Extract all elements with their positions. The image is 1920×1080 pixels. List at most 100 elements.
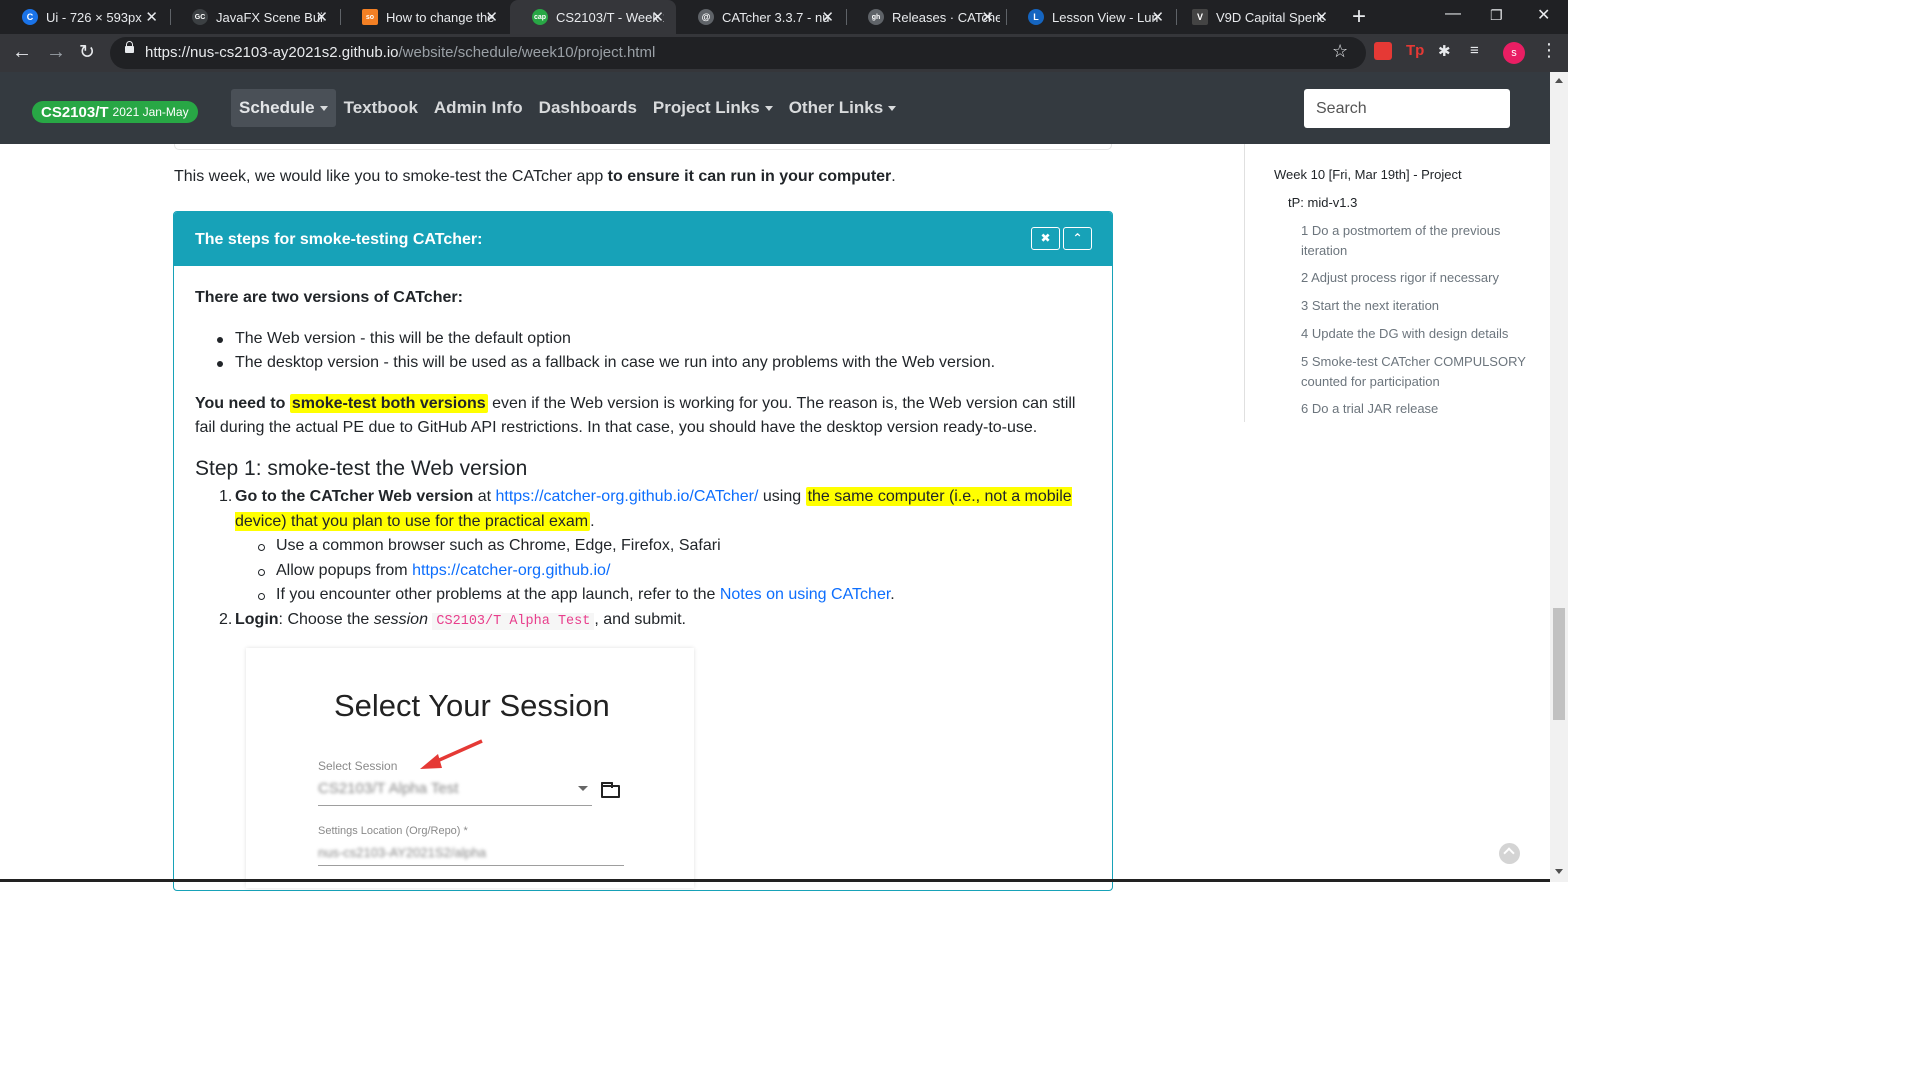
nav-schedule-dropdown[interactable]: Schedule — [231, 89, 336, 127]
browser-tab[interactable]: L Lesson View - Lum ✕ — [1006, 0, 1176, 34]
toc-item-5[interactable]: 5 Smoke-test CATcher COMPULSORY counted … — [1301, 352, 1527, 392]
nav-other-links-dropdown[interactable]: Other Links — [781, 89, 904, 127]
catcher-org-link[interactable]: https://catcher-org.github.io/ — [412, 562, 610, 579]
chrome-menu-icon[interactable]: ⋮ — [1540, 40, 1558, 61]
screenshot-select-label: Select Session — [318, 759, 398, 773]
toc-item-6[interactable]: 6 Do a trial JAR release — [1301, 399, 1523, 419]
media-control-icon[interactable]: ≡ — [1470, 42, 1488, 60]
window-close-icon[interactable]: ✕ — [1537, 5, 1550, 25]
browser-tab-strip: C Ui - 726 × 593px ✕ GC JavaFX Scene Bui… — [0, 0, 1568, 34]
catcher-web-link[interactable]: https://catcher-org.github.io/CATcher/ — [495, 488, 758, 505]
tab-favicon-icon: GC — [192, 9, 208, 25]
extension-tp-icon[interactable]: Tp — [1406, 42, 1424, 60]
tab-favicon-icon: C — [22, 9, 38, 25]
browser-tab[interactable]: so How to change the ✕ — [340, 0, 510, 34]
list-item: Use a common browser such as Chrome, Edg… — [236, 534, 1095, 559]
url-text[interactable]: https://nus-cs2103-ay2021s2.github.io/we… — [145, 44, 655, 61]
panel-close-button[interactable]: ✖ — [1031, 227, 1060, 250]
screenshot-settings-label: Settings Location (Org/Repo) * — [318, 825, 468, 837]
toc-week-link[interactable]: Week 10 [Fri, Mar 19th] - Project — [1274, 165, 1462, 185]
minimize-icon[interactable]: — — [1445, 5, 1461, 23]
tab-favicon-icon: V — [1192, 9, 1208, 25]
browser-tab[interactable]: gh Releases · CATcher ✕ — [846, 0, 1006, 34]
list-item: If you encounter other problems at the a… — [236, 583, 1095, 608]
browser-toolbar: ← → ↻ https://nus-cs2103-ay2021s2.github… — [0, 34, 1568, 72]
toc-item-3[interactable]: 3 Start the next iteration — [1301, 296, 1523, 316]
browser-tab[interactable]: @ CATcher 3.3.7 - nus ✕ — [676, 0, 846, 34]
bookmark-star-icon[interactable]: ☆ — [1332, 41, 1348, 62]
browser-tab[interactable]: V V9D Capital Spend ✕ — [1170, 0, 1340, 34]
browser-tab[interactable]: C Ui - 726 × 593px ✕ — [0, 0, 170, 34]
tab-favicon-icon: so — [362, 9, 378, 25]
scrollbar-thumb[interactable] — [1553, 608, 1565, 720]
panel-body: There are two versions of CATcher: The W… — [195, 266, 1095, 634]
forward-icon[interactable]: → — [46, 41, 66, 64]
nav-textbook[interactable]: Textbook — [336, 89, 426, 127]
site-navbar: CS2103/T 2021 Jan-May Schedule Textbook … — [0, 72, 1550, 144]
brand-term: 2021 Jan-May — [112, 105, 189, 119]
caret-down-icon — [888, 105, 897, 111]
extension-video-icon[interactable] — [1374, 42, 1392, 60]
tab-favicon-icon: L — [1028, 9, 1044, 25]
toc-tp-link[interactable]: tP: mid-v1.3 — [1288, 193, 1357, 213]
scroll-up-icon[interactable] — [1555, 78, 1563, 83]
caret-down-icon — [319, 105, 328, 111]
tab-title: Lesson View - Lum — [1052, 9, 1160, 25]
toc-item-2[interactable]: 2 Adjust process rigor if necessary — [1301, 268, 1523, 288]
screenshot-settings-value: nus-cs2103-AY2021S2/alpha — [318, 845, 487, 860]
session-screenshot-image: Select Your Session Select Session CS210… — [246, 648, 694, 888]
nav-admin-info[interactable]: Admin Info — [426, 89, 531, 127]
course-brand-badge[interactable]: CS2103/T 2021 Jan-May — [32, 101, 198, 123]
tab-close-icon[interactable]: ✕ — [821, 8, 834, 26]
search-input[interactable]: Search — [1304, 89, 1510, 128]
screenshot-folder-icon — [601, 782, 620, 798]
previous-box-bottom — [174, 144, 1112, 150]
red-arrow-icon — [420, 739, 483, 769]
screenshot-select-underline — [318, 805, 592, 806]
panel-header: The steps for smoke-testing CATcher: ✖ ⌃ — [174, 212, 1112, 266]
session-code: CS2103/T Alpha Test — [432, 612, 595, 630]
toc-item-4[interactable]: 4 Update the DG with design details — [1301, 324, 1523, 344]
tab-title: CS2103/T - Week 10 — [556, 9, 664, 25]
tab-close-icon[interactable]: ✕ — [651, 8, 664, 26]
intro-paragraph: This week, we would like you to smoke-te… — [174, 168, 896, 185]
step1-heading: Step 1: smoke-test the Web version — [195, 456, 528, 480]
nav-dashboards[interactable]: Dashboards — [531, 89, 645, 127]
scroll-to-top-button[interactable] — [1499, 843, 1520, 864]
tab-close-icon[interactable]: ✕ — [315, 8, 328, 26]
list-item: The desktop version - this will be used … — [195, 351, 1095, 376]
profile-avatar[interactable]: s — [1503, 42, 1525, 64]
address-bar[interactable]: https://nus-cs2103-ay2021s2.github.io/we… — [110, 37, 1366, 69]
versions-heading: There are two versions of CATcher: — [195, 289, 463, 306]
back-icon[interactable]: ← — [12, 41, 32, 64]
list-item: The Web version - this will be the defau… — [195, 327, 1095, 352]
tab-close-icon[interactable]: ✕ — [1151, 8, 1164, 26]
browser-tab-active[interactable]: cap CS2103/T - Week 10 ✕ — [510, 0, 676, 34]
reload-icon[interactable]: ↻ — [79, 41, 95, 64]
tab-close-icon[interactable]: ✕ — [1315, 8, 1328, 26]
tab-close-icon[interactable]: ✕ — [981, 8, 994, 26]
restore-icon[interactable]: ❐ — [1490, 7, 1503, 24]
step1-sublist: Use a common browser such as Chrome, Edg… — [236, 534, 1095, 608]
toc-item-1[interactable]: 1 Do a postmortem of the previous iterat… — [1301, 221, 1523, 261]
nav-project-links-dropdown[interactable]: Project Links — [645, 89, 781, 127]
screenshot-dropdown-icon — [578, 786, 588, 791]
tab-favicon-icon: cap — [532, 9, 548, 25]
page-scrollbar[interactable] — [1550, 72, 1568, 882]
scroll-down-icon[interactable] — [1555, 869, 1563, 874]
tab-close-icon[interactable]: ✕ — [485, 8, 498, 26]
list-item: Allow popups from https://catcher-org.gi… — [236, 559, 1095, 584]
extensions-puzzle-icon[interactable]: ✱ — [1438, 42, 1456, 60]
tab-favicon-icon: gh — [868, 9, 884, 25]
browser-tab[interactable]: GC JavaFX Scene Builder ✕ — [170, 0, 340, 34]
caret-down-icon — [764, 105, 773, 111]
tab-favicon-icon: @ — [698, 9, 714, 25]
new-tab-button[interactable]: + — [1352, 3, 1366, 31]
step1-item-1: 1. Go to the CATcher Web version at http… — [219, 487, 1072, 531]
tab-title: JavaFX Scene Builder — [216, 9, 324, 25]
panel-collapse-button[interactable]: ⌃ — [1063, 227, 1092, 250]
notes-on-catcher-link[interactable]: Notes on using CATcher — [720, 586, 890, 603]
step1-item-2: 2. Login: Choose the session CS2103/T Al… — [219, 610, 686, 630]
tab-close-icon[interactable]: ✕ — [145, 8, 158, 26]
versions-list: The Web version - this will be the defau… — [195, 327, 1095, 376]
